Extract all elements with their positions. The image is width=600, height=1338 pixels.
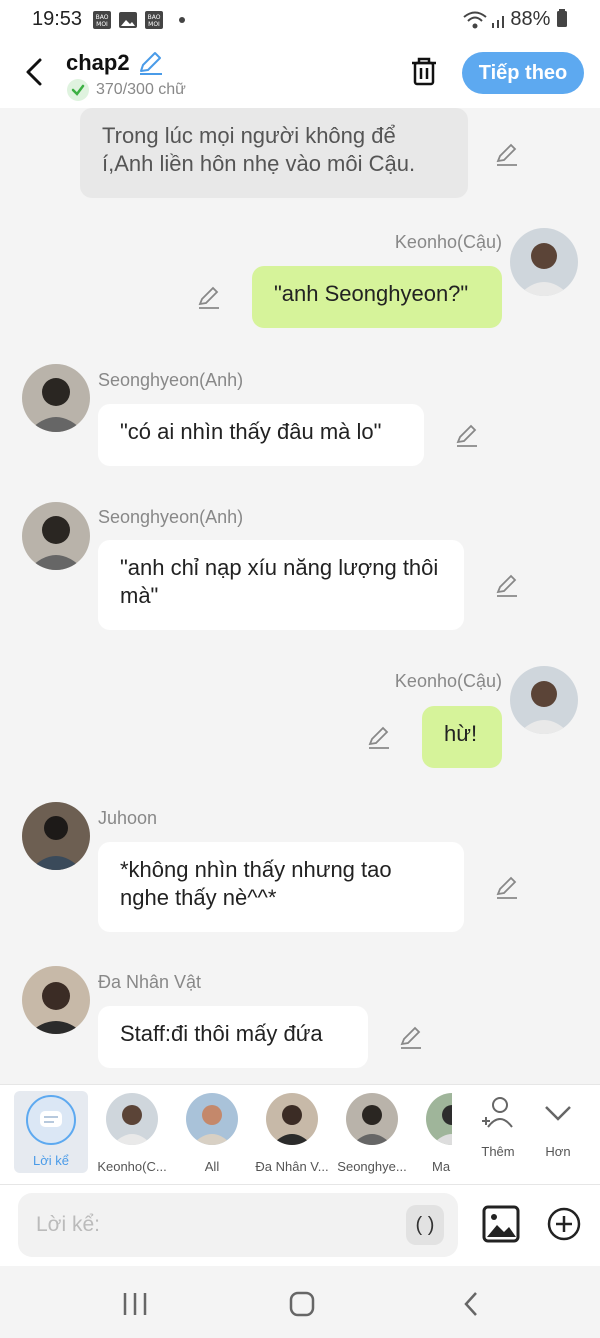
parenthesis-button[interactable]: ( ) bbox=[406, 1205, 444, 1245]
notification-icon: BAOMOI bbox=[93, 11, 111, 29]
avatar bbox=[186, 1093, 238, 1145]
add-person-icon bbox=[482, 1097, 513, 1128]
character-name: Keonho(Cậu) bbox=[394, 671, 502, 691]
edit-icon[interactable] bbox=[454, 422, 480, 448]
character-name: Seonghyeon(Anh) bbox=[98, 507, 244, 527]
system-navbar bbox=[0, 1266, 600, 1338]
character-all[interactable]: All bbox=[172, 1093, 252, 1174]
svg-text:BAO: BAO bbox=[148, 14, 161, 21]
character-label: Seonghye... bbox=[337, 1159, 407, 1174]
signal-icon bbox=[492, 16, 504, 28]
check-icon bbox=[67, 79, 89, 101]
svg-text:BAO: BAO bbox=[96, 14, 109, 21]
add-icon[interactable] bbox=[545, 1205, 583, 1243]
status-bar: 19:53 BAO MOI BAO MOI 88% bbox=[0, 0, 600, 40]
character-label: Keonho(C... bbox=[97, 1159, 167, 1174]
character-da-nhan-vat[interactable]: Đa Nhân V... bbox=[252, 1093, 332, 1174]
page-title: chap2 bbox=[66, 50, 130, 75]
edit-icon[interactable] bbox=[494, 874, 520, 900]
avatar bbox=[22, 966, 90, 1034]
dot-icon bbox=[179, 17, 185, 23]
narration-icon bbox=[26, 1095, 76, 1145]
message-bubble[interactable]: "có ai nhìn thấy đâu mà lo" bbox=[98, 404, 424, 466]
edit-icon[interactable] bbox=[398, 1024, 424, 1050]
narration-bubble[interactable]: Trong lúc mọi người không để í,Anh liền … bbox=[80, 108, 468, 198]
avatar bbox=[510, 228, 578, 296]
header: chap2 370/300 chữ Tiếp theo bbox=[0, 40, 600, 108]
character-seonghyeon[interactable]: Seonghye... bbox=[332, 1093, 412, 1174]
notification-icon: BAOMOI bbox=[145, 11, 163, 29]
back-nav-icon[interactable] bbox=[458, 1290, 486, 1318]
avatar bbox=[346, 1093, 398, 1145]
battery-percentage: 88% bbox=[510, 8, 568, 31]
character-selector: Lời kể Keonho(C... All Đa Nhân V... Seon… bbox=[0, 1084, 600, 1185]
svg-text:MOI: MOI bbox=[96, 21, 108, 28]
edit-icon[interactable] bbox=[494, 572, 520, 598]
message-bubble[interactable]: hừ! bbox=[422, 706, 502, 768]
message-bubble[interactable]: Staff:đi thôi mấy đứa bbox=[98, 1006, 368, 1068]
status-time: 19:53 bbox=[32, 8, 83, 30]
character-narration[interactable]: Lời kể bbox=[14, 1091, 88, 1173]
edit-icon[interactable] bbox=[366, 724, 392, 750]
character-label: Đa Nhân V... bbox=[255, 1159, 329, 1174]
input-placeholder: Lời kể: bbox=[36, 1213, 100, 1236]
trash-icon[interactable] bbox=[408, 54, 440, 88]
recent-apps-icon[interactable] bbox=[120, 1290, 150, 1318]
character-keonho[interactable]: Keonho(C... bbox=[92, 1093, 172, 1174]
avatar bbox=[426, 1093, 452, 1145]
edit-title-icon[interactable] bbox=[136, 49, 164, 77]
message-bubble[interactable]: "anh Seonghyeon?" bbox=[252, 266, 502, 328]
avatar bbox=[22, 802, 90, 870]
input-bar: Lời kể: ( ) bbox=[0, 1184, 600, 1267]
message-input[interactable]: Lời kể: ( ) bbox=[18, 1193, 458, 1257]
wifi-icon bbox=[463, 11, 487, 29]
character-label: Hơn bbox=[545, 1144, 571, 1159]
message-bubble[interactable]: "anh chỉ nạp xíu năng lượng thôi mà" bbox=[98, 540, 464, 630]
image-icon bbox=[119, 12, 137, 28]
character-label: Ma bbox=[432, 1159, 451, 1174]
character-label: Lời kể bbox=[33, 1153, 69, 1168]
battery-icon bbox=[557, 9, 567, 27]
character-name: Seonghyeon(Anh) bbox=[98, 370, 244, 390]
avatar bbox=[22, 364, 90, 432]
svg-text:MOI: MOI bbox=[148, 21, 160, 28]
home-icon[interactable] bbox=[288, 1290, 316, 1318]
word-count: 370/300 chữ bbox=[96, 81, 186, 98]
avatar bbox=[510, 666, 578, 734]
character-name: Đa Nhân Vật bbox=[98, 972, 202, 992]
image-icon[interactable] bbox=[482, 1205, 520, 1243]
character-partial[interactable]: Ma bbox=[412, 1093, 452, 1174]
edit-icon[interactable] bbox=[494, 141, 520, 167]
character-label: All bbox=[204, 1159, 220, 1174]
character-name: Juhoon bbox=[98, 808, 158, 828]
avatar bbox=[106, 1093, 158, 1145]
message-bubble[interactable]: *không nhìn thấy nhưng tao nghe thấy nè^… bbox=[98, 842, 464, 932]
avatar bbox=[266, 1093, 318, 1145]
character-name: Keonho(Cậu) bbox=[394, 232, 502, 252]
edit-icon[interactable] bbox=[196, 284, 222, 310]
next-button[interactable]: Tiếp theo bbox=[462, 52, 584, 94]
avatar bbox=[22, 502, 90, 570]
chevron-down-icon bbox=[545, 1106, 571, 1121]
back-icon[interactable] bbox=[20, 52, 50, 92]
more-button[interactable]: Hơn bbox=[518, 1093, 598, 1159]
